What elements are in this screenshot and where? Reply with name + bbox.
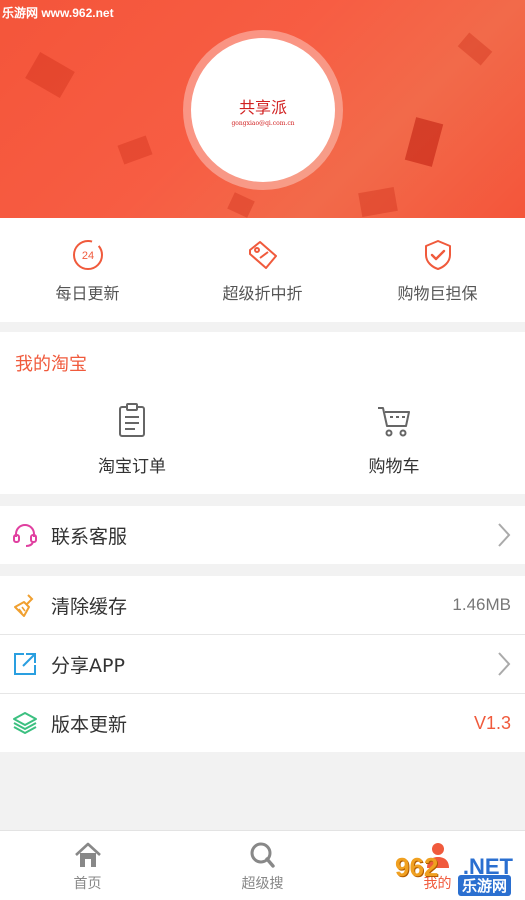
feature-label: 购物巨担保 bbox=[397, 284, 478, 303]
feature-purchase-guarantee[interactable]: 购物巨担保 bbox=[350, 218, 525, 322]
clock-24-icon: 24 bbox=[72, 240, 103, 270]
profile-header: 乐游网 www.962.net 共享派 gongxiao@qi.com.cn bbox=[0, 0, 525, 218]
row-contact-service[interactable]: 联系客服 bbox=[0, 506, 525, 564]
search-icon bbox=[250, 842, 275, 868]
row-share-app[interactable]: 分享APP bbox=[0, 635, 525, 693]
broom-icon bbox=[14, 594, 34, 617]
cart-icon bbox=[378, 407, 410, 437]
nav-home[interactable]: 首页 bbox=[0, 831, 175, 900]
row-label: 清除缓存 bbox=[51, 595, 128, 618]
feature-super-discount[interactable]: 超级折中折 bbox=[175, 218, 350, 322]
cache-size-value: 1.46MB bbox=[452, 595, 511, 614]
shopping-cart-button[interactable]: 购物车 bbox=[324, 402, 464, 477]
avatar[interactable]: 共享派 gongxiao@qi.com.cn bbox=[191, 38, 335, 182]
clipboard-icon bbox=[119, 403, 145, 437]
avatar-subtitle: gongxiao@qi.com.cn bbox=[231, 119, 295, 127]
chevron-right-icon bbox=[498, 523, 511, 547]
shield-check-icon bbox=[424, 240, 451, 270]
watermark-number: 962 bbox=[395, 852, 439, 882]
taobao-orders-label: 淘宝订单 bbox=[98, 457, 166, 477]
section-title: 我的淘宝 bbox=[15, 354, 87, 375]
row-label: 联系客服 bbox=[51, 525, 128, 548]
shopping-cart-label: 购物车 bbox=[368, 457, 420, 477]
watermark-site-name: 乐游网 bbox=[457, 875, 511, 896]
svg-text:24: 24 bbox=[81, 250, 93, 262]
layers-icon bbox=[13, 712, 37, 734]
row-label: 分享APP bbox=[51, 654, 125, 677]
features-row: 24 每日更新 超级折中折 购物巨担保 bbox=[0, 218, 525, 322]
nav-label: 首页 bbox=[73, 876, 102, 892]
share-icon bbox=[14, 653, 36, 675]
version-value: V1.3 bbox=[473, 712, 511, 733]
feature-label: 每日更新 bbox=[55, 284, 120, 303]
feature-daily-update[interactable]: 24 每日更新 bbox=[0, 218, 175, 322]
headset-icon bbox=[13, 523, 37, 547]
row-version-update[interactable]: 版本更新 V1.3 bbox=[0, 694, 525, 752]
nav-label: 超级搜 bbox=[241, 876, 284, 892]
nav-super-search[interactable]: 超级搜 bbox=[175, 831, 350, 900]
corner-watermark-logo: 962 .NET 乐游网 bbox=[389, 852, 519, 896]
taobao-orders-button[interactable]: 淘宝订单 bbox=[62, 402, 202, 477]
home-icon bbox=[74, 842, 101, 867]
watermark-text: 乐游网 www.962.net bbox=[2, 6, 114, 20]
row-label: 版本更新 bbox=[51, 713, 128, 736]
row-clear-cache[interactable]: 清除缓存 1.46MB bbox=[0, 576, 525, 634]
avatar-title: 共享派 bbox=[238, 97, 287, 117]
feature-label: 超级折中折 bbox=[222, 284, 303, 303]
price-tag-icon bbox=[248, 241, 277, 269]
my-taobao-section: 我的淘宝 淘宝订单 购物车 bbox=[0, 332, 525, 494]
chevron-right-icon bbox=[498, 652, 511, 676]
